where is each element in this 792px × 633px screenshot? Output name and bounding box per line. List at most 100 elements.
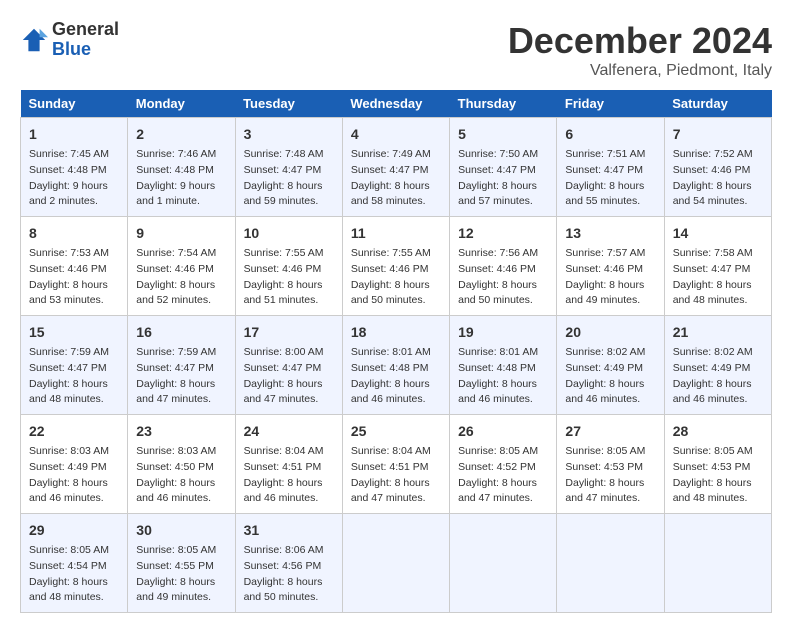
day-number: 22	[29, 421, 119, 442]
day-info: Sunrise: 7:59 AM Sunset: 4:47 PM Dayligh…	[136, 345, 226, 408]
day-number: 27	[565, 421, 655, 442]
calendar-week-row: 8Sunrise: 7:53 AM Sunset: 4:46 PM Daylig…	[21, 217, 772, 316]
day-number: 2	[136, 124, 226, 145]
day-number: 3	[244, 124, 334, 145]
calendar-week-row: 1Sunrise: 7:45 AM Sunset: 4:48 PM Daylig…	[21, 118, 772, 217]
day-number: 4	[351, 124, 441, 145]
table-row: 18Sunrise: 8:01 AM Sunset: 4:48 PM Dayli…	[342, 316, 449, 415]
day-number: 10	[244, 223, 334, 244]
table-row: 30Sunrise: 8:05 AM Sunset: 4:55 PM Dayli…	[128, 514, 235, 613]
day-info: Sunrise: 8:00 AM Sunset: 4:47 PM Dayligh…	[244, 345, 334, 408]
day-info: Sunrise: 7:55 AM Sunset: 4:46 PM Dayligh…	[244, 246, 334, 309]
day-info: Sunrise: 7:51 AM Sunset: 4:47 PM Dayligh…	[565, 147, 655, 210]
day-info: Sunrise: 7:57 AM Sunset: 4:46 PM Dayligh…	[565, 246, 655, 309]
day-info: Sunrise: 7:46 AM Sunset: 4:48 PM Dayligh…	[136, 147, 226, 210]
table-row: 10Sunrise: 7:55 AM Sunset: 4:46 PM Dayli…	[235, 217, 342, 316]
logo-text: General Blue	[52, 20, 119, 60]
table-row: 19Sunrise: 8:01 AM Sunset: 4:48 PM Dayli…	[450, 316, 557, 415]
table-row: 17Sunrise: 8:00 AM Sunset: 4:47 PM Dayli…	[235, 316, 342, 415]
table-row: 7Sunrise: 7:52 AM Sunset: 4:46 PM Daylig…	[664, 118, 771, 217]
table-row: 31Sunrise: 8:06 AM Sunset: 4:56 PM Dayli…	[235, 514, 342, 613]
day-number: 12	[458, 223, 548, 244]
calendar-week-row: 22Sunrise: 8:03 AM Sunset: 4:49 PM Dayli…	[21, 415, 772, 514]
day-info: Sunrise: 8:06 AM Sunset: 4:56 PM Dayligh…	[244, 543, 334, 606]
day-number: 29	[29, 520, 119, 541]
day-info: Sunrise: 8:05 AM Sunset: 4:53 PM Dayligh…	[673, 444, 763, 507]
day-number: 24	[244, 421, 334, 442]
day-number: 25	[351, 421, 441, 442]
table-row: 8Sunrise: 7:53 AM Sunset: 4:46 PM Daylig…	[21, 217, 128, 316]
logo: General Blue	[20, 20, 119, 60]
table-row: 5Sunrise: 7:50 AM Sunset: 4:47 PM Daylig…	[450, 118, 557, 217]
header-thursday: Thursday	[450, 90, 557, 118]
day-info: Sunrise: 7:59 AM Sunset: 4:47 PM Dayligh…	[29, 345, 119, 408]
day-info: Sunrise: 8:03 AM Sunset: 4:49 PM Dayligh…	[29, 444, 119, 507]
day-info: Sunrise: 8:01 AM Sunset: 4:48 PM Dayligh…	[458, 345, 548, 408]
table-row: 2Sunrise: 7:46 AM Sunset: 4:48 PM Daylig…	[128, 118, 235, 217]
table-row: 24Sunrise: 8:04 AM Sunset: 4:51 PM Dayli…	[235, 415, 342, 514]
day-info: Sunrise: 7:48 AM Sunset: 4:47 PM Dayligh…	[244, 147, 334, 210]
table-row: 11Sunrise: 7:55 AM Sunset: 4:46 PM Dayli…	[342, 217, 449, 316]
table-row: 28Sunrise: 8:05 AM Sunset: 4:53 PM Dayli…	[664, 415, 771, 514]
table-row	[557, 514, 664, 613]
table-row: 21Sunrise: 8:02 AM Sunset: 4:49 PM Dayli…	[664, 316, 771, 415]
table-row	[342, 514, 449, 613]
day-number: 26	[458, 421, 548, 442]
day-number: 1	[29, 124, 119, 145]
logo-blue: Blue	[52, 40, 119, 60]
table-row: 1Sunrise: 7:45 AM Sunset: 4:48 PM Daylig…	[21, 118, 128, 217]
day-info: Sunrise: 7:53 AM Sunset: 4:46 PM Dayligh…	[29, 246, 119, 309]
day-info: Sunrise: 7:52 AM Sunset: 4:46 PM Dayligh…	[673, 147, 763, 210]
day-number: 19	[458, 322, 548, 343]
header-wednesday: Wednesday	[342, 90, 449, 118]
day-number: 18	[351, 322, 441, 343]
day-info: Sunrise: 7:49 AM Sunset: 4:47 PM Dayligh…	[351, 147, 441, 210]
day-number: 23	[136, 421, 226, 442]
table-row: 25Sunrise: 8:04 AM Sunset: 4:51 PM Dayli…	[342, 415, 449, 514]
header-tuesday: Tuesday	[235, 90, 342, 118]
day-number: 14	[673, 223, 763, 244]
page-header: General Blue December 2024 Valfenera, Pi…	[20, 20, 772, 80]
header-saturday: Saturday	[664, 90, 771, 118]
header-sunday: Sunday	[21, 90, 128, 118]
month-title: December 2024	[508, 20, 772, 62]
day-info: Sunrise: 7:50 AM Sunset: 4:47 PM Dayligh…	[458, 147, 548, 210]
day-number: 5	[458, 124, 548, 145]
day-number: 30	[136, 520, 226, 541]
calendar-week-row: 15Sunrise: 7:59 AM Sunset: 4:47 PM Dayli…	[21, 316, 772, 415]
header-friday: Friday	[557, 90, 664, 118]
day-info: Sunrise: 8:05 AM Sunset: 4:52 PM Dayligh…	[458, 444, 548, 507]
table-row: 29Sunrise: 8:05 AM Sunset: 4:54 PM Dayli…	[21, 514, 128, 613]
table-row: 16Sunrise: 7:59 AM Sunset: 4:47 PM Dayli…	[128, 316, 235, 415]
header-monday: Monday	[128, 90, 235, 118]
day-number: 28	[673, 421, 763, 442]
title-block: December 2024 Valfenera, Piedmont, Italy	[508, 20, 772, 80]
day-info: Sunrise: 8:05 AM Sunset: 4:54 PM Dayligh…	[29, 543, 119, 606]
table-row: 26Sunrise: 8:05 AM Sunset: 4:52 PM Dayli…	[450, 415, 557, 514]
day-number: 15	[29, 322, 119, 343]
table-row: 6Sunrise: 7:51 AM Sunset: 4:47 PM Daylig…	[557, 118, 664, 217]
day-number: 7	[673, 124, 763, 145]
table-row	[450, 514, 557, 613]
table-row: 22Sunrise: 8:03 AM Sunset: 4:49 PM Dayli…	[21, 415, 128, 514]
day-info: Sunrise: 7:45 AM Sunset: 4:48 PM Dayligh…	[29, 147, 119, 210]
day-info: Sunrise: 7:56 AM Sunset: 4:46 PM Dayligh…	[458, 246, 548, 309]
day-info: Sunrise: 8:04 AM Sunset: 4:51 PM Dayligh…	[244, 444, 334, 507]
day-info: Sunrise: 8:05 AM Sunset: 4:55 PM Dayligh…	[136, 543, 226, 606]
day-info: Sunrise: 8:03 AM Sunset: 4:50 PM Dayligh…	[136, 444, 226, 507]
day-number: 9	[136, 223, 226, 244]
calendar-header-row: Sunday Monday Tuesday Wednesday Thursday…	[21, 90, 772, 118]
table-row: 4Sunrise: 7:49 AM Sunset: 4:47 PM Daylig…	[342, 118, 449, 217]
day-info: Sunrise: 7:54 AM Sunset: 4:46 PM Dayligh…	[136, 246, 226, 309]
table-row: 13Sunrise: 7:57 AM Sunset: 4:46 PM Dayli…	[557, 217, 664, 316]
day-info: Sunrise: 8:04 AM Sunset: 4:51 PM Dayligh…	[351, 444, 441, 507]
day-number: 20	[565, 322, 655, 343]
table-row: 3Sunrise: 7:48 AM Sunset: 4:47 PM Daylig…	[235, 118, 342, 217]
day-info: Sunrise: 8:02 AM Sunset: 4:49 PM Dayligh…	[565, 345, 655, 408]
day-number: 17	[244, 322, 334, 343]
day-info: Sunrise: 7:55 AM Sunset: 4:46 PM Dayligh…	[351, 246, 441, 309]
day-number: 16	[136, 322, 226, 343]
calendar-week-row: 29Sunrise: 8:05 AM Sunset: 4:54 PM Dayli…	[21, 514, 772, 613]
day-number: 21	[673, 322, 763, 343]
logo-icon	[20, 26, 48, 54]
